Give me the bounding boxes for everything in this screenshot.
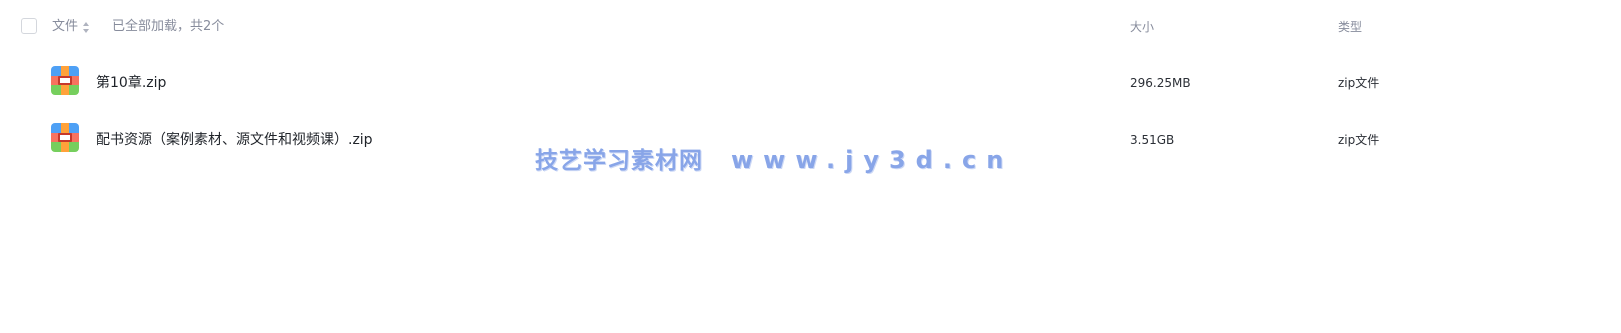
column-header-type[interactable]: 类型 (1338, 19, 1362, 35)
watermark-url: www.jy3d.cn (731, 146, 1014, 174)
file-type: zip文件 (1338, 133, 1380, 147)
file-size: 3.51GB (1130, 133, 1175, 147)
zip-archive-icon (51, 66, 79, 95)
column-header-name[interactable]: 文件 (52, 19, 90, 35)
file-row[interactable]: 第10章.zip 296.25MB zip文件 (0, 53, 1621, 111)
file-type: zip文件 (1338, 76, 1380, 90)
sort-arrows-icon[interactable] (83, 21, 90, 33)
zip-archive-icon (51, 123, 79, 152)
load-status-text: 已全部加载，共2个 (112, 19, 225, 34)
select-all-checkbox[interactable] (21, 18, 37, 34)
column-header-size[interactable]: 大小 (1130, 19, 1154, 35)
watermark-site-name: 技艺学习素材网 (535, 148, 703, 174)
watermark: 技艺学习素材网 www.jy3d.cn (535, 143, 1013, 178)
file-name[interactable]: 配书资源（案例素材、源文件和视频课）.zip (96, 131, 373, 149)
column-header-name-label: 文件 (52, 19, 79, 34)
file-list-header: 文件 已全部加载，共2个 大小 类型 (0, 0, 1621, 54)
file-name[interactable]: 第10章.zip (96, 74, 166, 92)
file-list: 文件 已全部加载，共2个 大小 类型 第10章.zip 296.25MB zip… (0, 0, 1621, 333)
file-size: 296.25MB (1130, 76, 1191, 90)
